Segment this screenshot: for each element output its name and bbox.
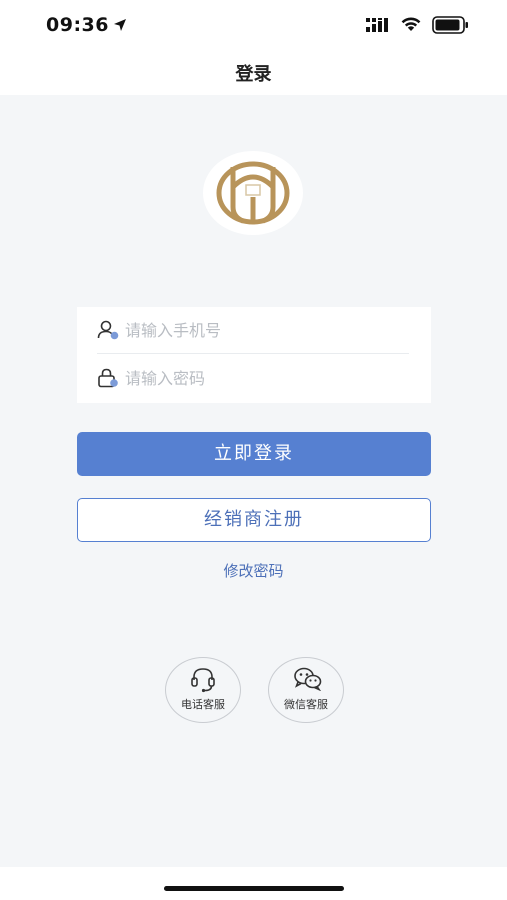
phone-service-label: 电话客服 [181,698,225,711]
login-content: 立即登录 经销商注册 修改密码 电话客服 [0,95,507,867]
user-icon [97,320,119,344]
cellular-signal-icon [366,17,392,36]
wifi-icon [400,15,422,36]
change-password-link[interactable]: 修改密码 [0,560,507,581]
login-screen: 09:36 登录 请输入手机号 立即登录 经销商注册 修改密码 电话客服 微信客… [0,0,507,900]
status-bar: 09:36 [0,0,507,50]
password-row [97,355,409,401]
home-indicator [164,886,344,891]
brand-logo-icon [203,151,303,235]
phone-row [97,307,409,354]
nav-bar: 登录 [0,50,507,95]
page-title: 登录 [235,64,272,85]
wechat-service-label: 微信客服 [284,698,328,711]
login-form [77,307,431,403]
status-time: 09:36 [46,14,109,36]
wechat-icon [294,667,322,695]
password-input[interactable] [125,363,405,393]
lock-icon [97,368,119,392]
wechat-service-button[interactable]: 微信客服 [268,657,344,723]
phone-input[interactable] [125,315,405,345]
dealer-register-button[interactable]: 经销商注册 [77,498,431,542]
location-arrow-icon [113,17,127,36]
headset-icon [191,667,215,697]
login-button[interactable]: 立即登录 [77,432,431,476]
phone-service-button[interactable]: 电话客服 [165,657,241,723]
battery-icon [432,16,470,38]
